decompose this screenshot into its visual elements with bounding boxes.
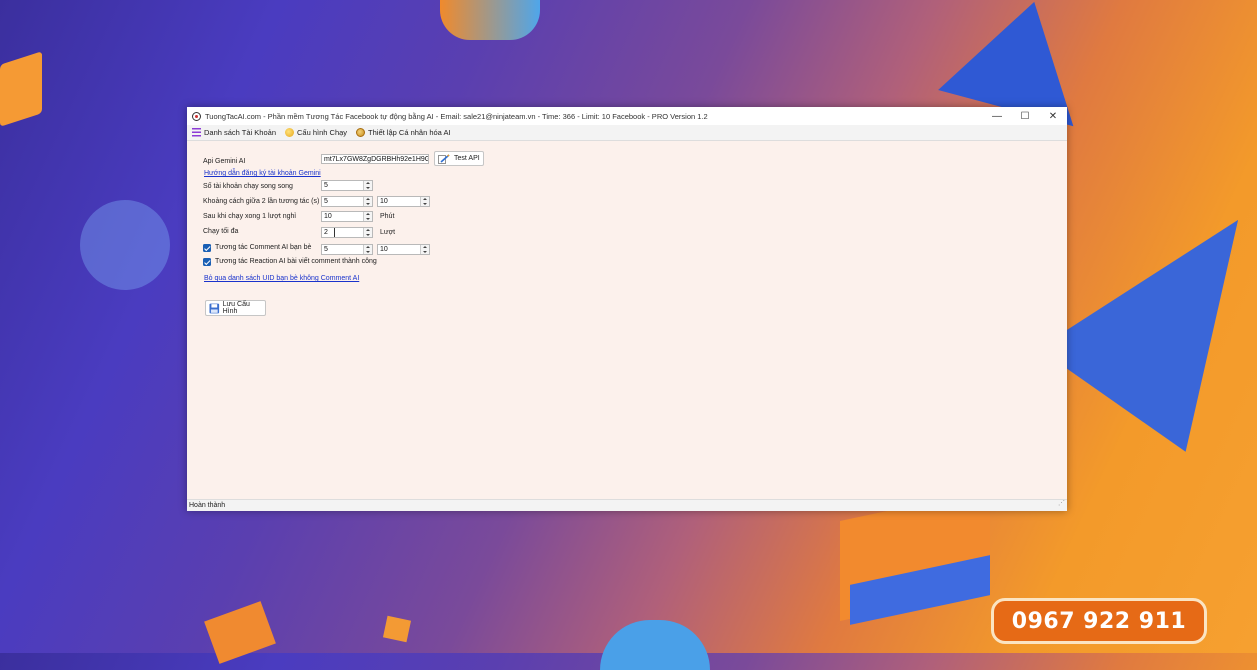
gemini-guide-link[interactable]: Hướng dẫn đăng ký tài khoản Gemini — [204, 170, 321, 177]
parallel-value: 5 — [324, 182, 328, 189]
tab-run-config[interactable]: Cấu hình Chạy — [285, 128, 347, 137]
reaction-label: Tương tác Reaction AI bài viết comment t… — [215, 258, 377, 265]
maximize-button[interactable]: ☐ — [1011, 107, 1039, 125]
comment-label: Tương tác Comment AI bạn bè — [215, 244, 312, 251]
api-key-input[interactable]: mt7Lx7GW8ZgDGRBHh92e1H9GU — [321, 154, 429, 164]
status-bar: Hoàn thành ⋰ — [187, 499, 1067, 511]
max-runs-value: 2 — [324, 229, 328, 236]
tab-label: Danh sách Tài Khoản — [204, 128, 276, 137]
background-shape — [600, 620, 710, 670]
stepper-arrows-icon[interactable] — [363, 197, 372, 206]
app-window: TuongTacAI.com - Phần mềm Tương Tác Face… — [187, 107, 1067, 511]
comment-max-value: 10 — [380, 246, 388, 253]
reaction-checkbox[interactable] — [203, 258, 211, 266]
background-shape — [0, 51, 42, 127]
skip-uid-link[interactable]: Bỏ qua danh sách UID bạn bè không Commen… — [204, 275, 359, 282]
resize-grip-icon[interactable]: ⋰ — [1058, 498, 1065, 510]
stepper-arrows-icon[interactable] — [363, 245, 372, 254]
close-button[interactable]: ✕ — [1039, 107, 1067, 125]
text-cursor-icon — [334, 228, 335, 237]
minimize-button[interactable]: — — [983, 107, 1011, 125]
title-bar[interactable]: TuongTacAI.com - Phần mềm Tương Tác Face… — [187, 107, 1067, 125]
stepper-arrows-icon[interactable] — [420, 245, 429, 254]
hamburger-icon — [192, 128, 201, 137]
test-api-button[interactable]: Test API — [434, 151, 484, 166]
tab-ai-personalization[interactable]: Thiết lập Cá nhân hóa AI — [356, 128, 451, 137]
interval-label: Khoảng cách giữa 2 lần tương tác (s) — [203, 198, 320, 205]
floppy-disk-icon — [209, 303, 220, 313]
tab-account-list[interactable]: Danh sách Tài Khoản — [192, 128, 276, 137]
coin-icon — [356, 128, 366, 137]
comment-checkbox[interactable] — [203, 244, 211, 252]
max-runs-unit: Lượt — [380, 229, 396, 236]
save-config-button[interactable]: Lưu Cấu Hình — [205, 300, 266, 316]
rest-stepper[interactable]: 10 — [321, 211, 373, 222]
stepper-arrows-icon[interactable] — [363, 181, 372, 190]
rest-value: 10 — [324, 213, 332, 220]
background-shape — [382, 615, 412, 643]
background-shape — [204, 601, 276, 664]
test-api-label: Test API — [454, 155, 480, 162]
stepper-arrows-icon[interactable] — [363, 212, 372, 221]
phone-banner: 0967 922 911 — [991, 598, 1207, 644]
parallel-stepper[interactable]: 5 — [321, 180, 373, 191]
app-logo-icon — [192, 111, 201, 121]
comment-min-value: 5 — [324, 246, 328, 253]
interval-max-value: 10 — [380, 198, 388, 205]
parallel-label: Số tài khoản chạy song song — [203, 183, 293, 190]
comment-max-stepper[interactable]: 10 — [377, 244, 430, 255]
menu-bar: Danh sách Tài Khoản Cấu hình Chạy Thiết … — [187, 125, 1067, 141]
stepper-arrows-icon[interactable] — [420, 197, 429, 206]
save-label: Lưu Cấu Hình — [222, 301, 250, 315]
status-text: Hoàn thành — [189, 502, 226, 509]
tab-label: Thiết lập Cá nhân hóa AI — [368, 128, 451, 137]
max-runs-label: Chạy tối đa — [203, 228, 239, 235]
lightbulb-icon — [285, 128, 294, 137]
rest-unit: Phút — [380, 213, 395, 220]
interval-max-stepper[interactable]: 10 — [377, 196, 430, 207]
interval-min-stepper[interactable]: 5 — [321, 196, 373, 207]
interval-min-value: 5 — [324, 198, 328, 205]
tab-label: Cấu hình Chạy — [297, 128, 348, 137]
comment-min-stepper[interactable]: 5 — [321, 244, 373, 255]
background-shape — [440, 0, 540, 40]
window-title: TuongTacAI.com - Phần mềm Tương Tác Face… — [205, 111, 708, 121]
max-runs-stepper[interactable]: 2 — [321, 227, 373, 238]
background-shape — [1038, 168, 1257, 452]
edit-pencil-icon — [438, 153, 450, 164]
background-shape — [80, 200, 170, 290]
api-label: Api Gemini AI — [203, 158, 246, 165]
stepper-arrows-icon[interactable] — [363, 228, 372, 237]
rest-label: Sau khi chạy xong 1 lượt nghỉ — [203, 213, 296, 220]
